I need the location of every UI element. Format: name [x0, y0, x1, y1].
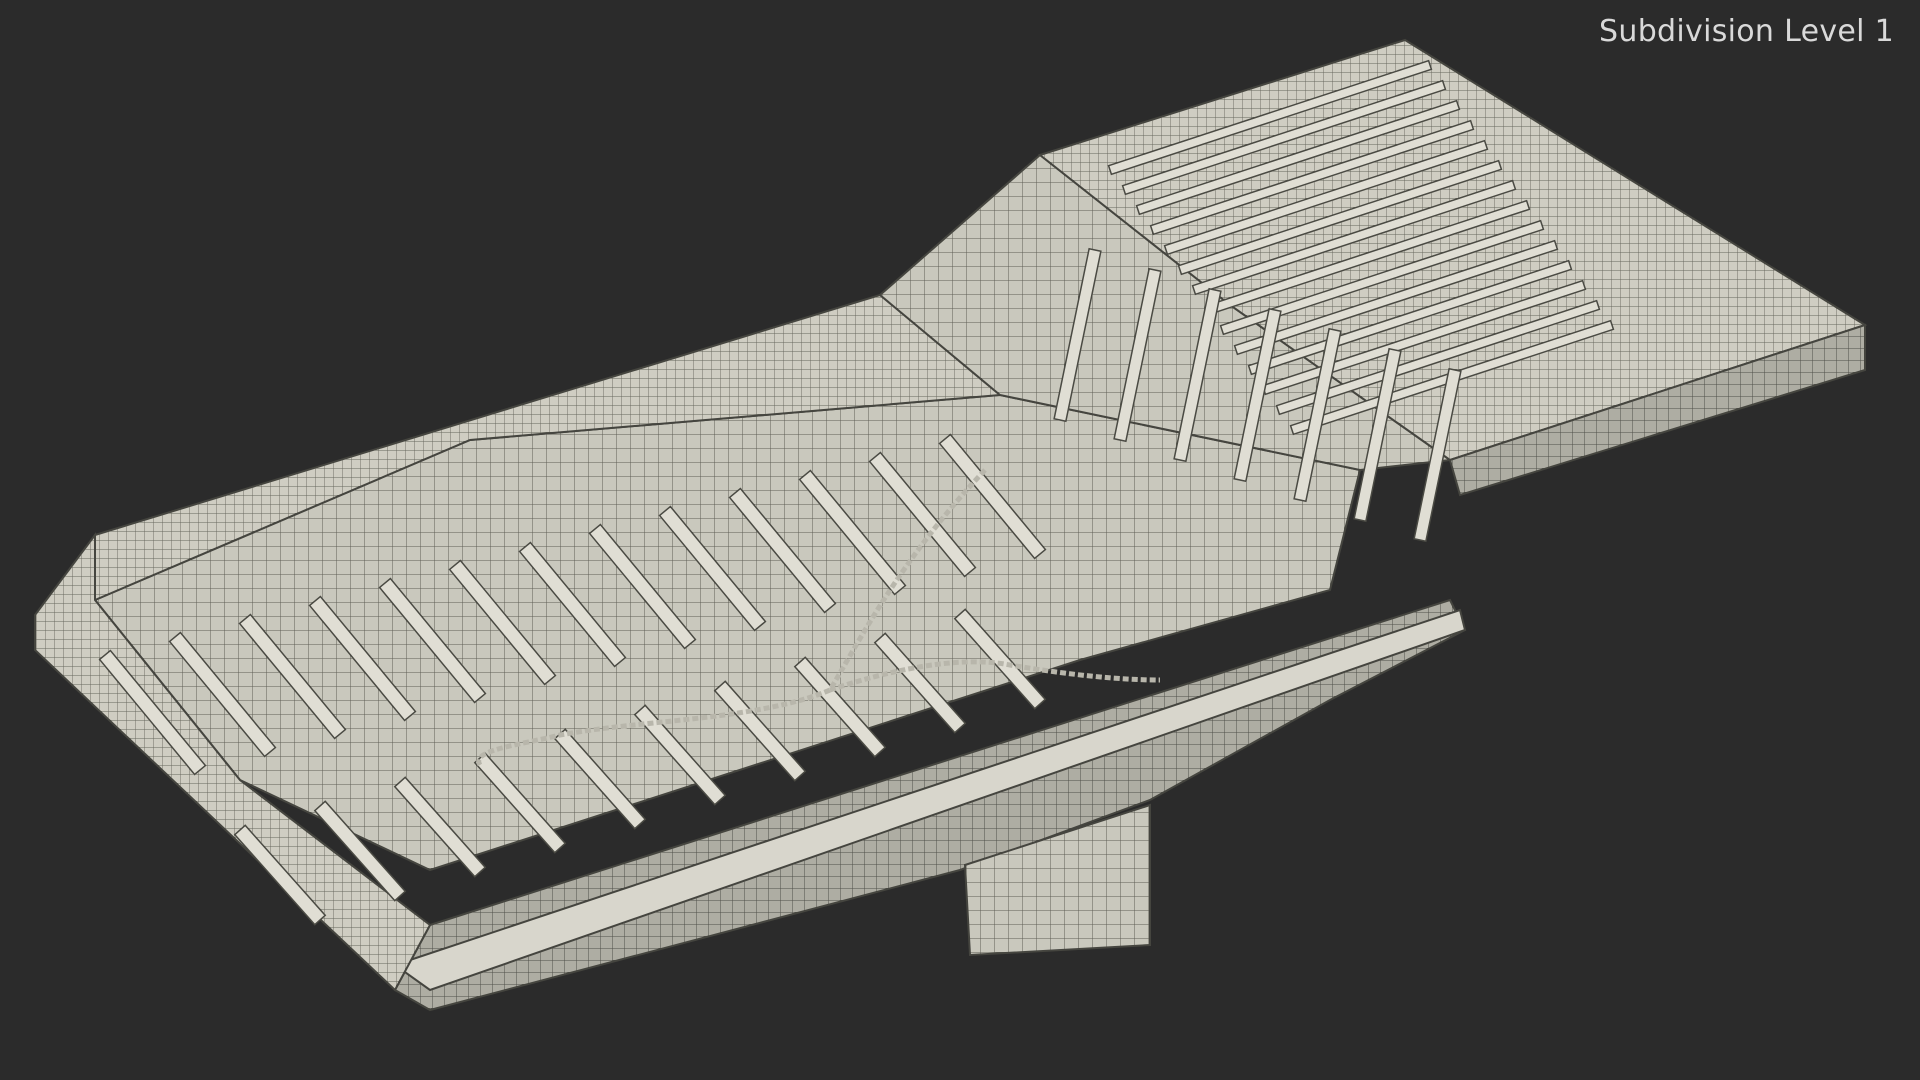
bed-floor	[93, 393, 1362, 872]
dump-body-wireframe-model	[34, 38, 1868, 1012]
render-viewport: Subdivision Level 1	[0, 0, 1920, 1080]
subdivision-level-label: Subdivision Level 1	[1599, 14, 1894, 49]
